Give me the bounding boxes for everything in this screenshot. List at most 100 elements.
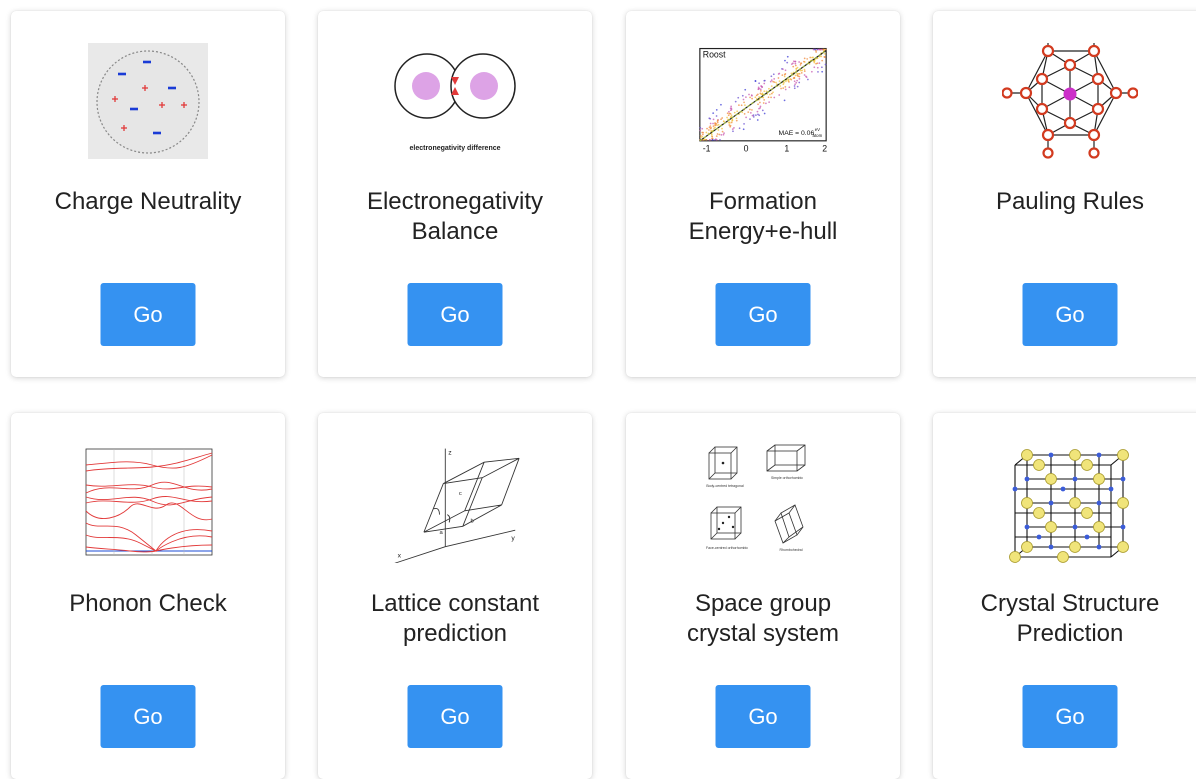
scatter-dot [772,80,774,83]
scatter-dot [757,103,759,106]
scatter-dot [784,86,787,88]
scatter-dot [811,56,813,59]
card-lattice-constant: z y x a b c Lattice constant prediction … [318,413,592,779]
axis-label: a [439,530,443,536]
scatter-dot [794,62,797,65]
scatter-dot [763,112,766,115]
scatter-dot [751,94,753,97]
scatter-dot [780,87,782,90]
scatter-dot [798,77,801,80]
scatter-dot [699,136,702,139]
go-button-lattice-constant[interactable]: Go [407,685,503,748]
scatter-dot [783,73,786,76]
scatter-dot [702,131,705,134]
scatter-dot [731,128,734,131]
scatter-dot [769,93,771,96]
scatter-dot [708,129,710,131]
scatter-dot [770,75,773,78]
pauling-polyhedron-icon [1002,39,1138,163]
scatter-dot [714,122,717,125]
scatter-dot [800,62,803,65]
scatter-dot [820,48,823,51]
go-button-crystal-structure[interactable]: Go [1022,685,1118,748]
scatter-dot [741,94,744,97]
scatter-dot [751,97,753,100]
scatter-dot [803,70,806,72]
scatter-dot [709,122,712,125]
scatter-dot [749,111,752,114]
go-button-phonon-check[interactable]: Go [100,685,196,748]
lattice-cell-icon: z y x a b c [387,441,523,565]
scatter-dot [813,66,816,69]
go-button-space-group[interactable]: Go [715,685,811,748]
scatter-dot [721,130,724,133]
card-title: Electronegativity Balance [366,188,544,245]
scatter-dot [817,48,820,51]
scatter-dot [721,117,724,119]
scatter-dot [699,129,702,132]
scatter-dot [763,79,766,82]
scatter-dot [772,91,774,94]
scatter-dot [818,48,821,51]
scatter-dot [782,87,785,89]
scatter-dot [803,74,806,76]
card-title: Crystal Structure Prediction [980,590,1160,647]
scatter-dot [742,98,745,101]
go-button-charge-neutrality[interactable]: Go [100,283,196,346]
scatter-dot [777,77,780,79]
plot-unit-bottom: atom [813,133,823,138]
scatter-dot [768,101,770,103]
crystal-caption: Rhombohedral [780,548,803,552]
scatter-dot [703,138,706,141]
scatter-dot [800,72,803,74]
scatter-dot [767,96,770,99]
scatter-dot [793,60,795,63]
scatter-dot [720,134,723,136]
plot-mae: MAE = 0.06 [779,130,815,137]
go-button-pauling-rules[interactable]: Go [1022,283,1118,346]
scatter-dot [717,119,719,122]
scatter-dot [713,127,715,130]
scatter-dot [716,133,719,135]
scatter-dot [757,86,760,89]
scatter-dot [742,128,745,131]
card-space-group: Body-centred tetragonal Simple orthorhom… [626,413,900,779]
scatter-dot [770,92,773,95]
scatter-dot [763,98,766,101]
go-button-formation-energy[interactable]: Go [715,283,811,346]
scatter-dot [810,70,813,73]
scatter-dot [749,108,751,111]
scatter-dot [712,125,715,128]
crystal-caption: Simple orthorhombic [771,476,803,480]
scatter-dot [720,103,722,106]
scatter-dot [806,58,809,60]
charge-neutrality-icon [80,39,216,163]
scatter-dot [803,60,805,63]
scatter-dot [773,96,776,99]
go-button-electronegativity[interactable]: Go [407,283,503,346]
card-crystal-structure-prediction: Crystal Structure Prediction Go [933,413,1196,779]
plot-unit-top: eV [815,127,820,132]
card-pauling-rules: Pauling Rules Go [933,11,1196,377]
scatter-dot [705,131,708,134]
scatter-dot [730,121,733,124]
scatter-dot [824,53,826,55]
scatter-dot [715,138,718,141]
scatter-dot [763,90,766,93]
scatter-dot [768,87,770,90]
scatter-dot [758,107,760,110]
scatter-dot [759,88,762,91]
scatter-dot [761,109,764,112]
scatter-dot [817,70,819,73]
scatter-dot [790,63,793,66]
scatter-dot [799,63,802,66]
scatter-dot [747,111,750,114]
scatter-dot [754,96,757,99]
scatter-dot [762,102,765,104]
axis-label: z [448,449,452,456]
scatter-dot [744,88,747,91]
scatter-dot [820,66,823,69]
scatter-dot [797,75,799,78]
scatter-dot [803,57,806,60]
scatter-dot [799,69,802,72]
